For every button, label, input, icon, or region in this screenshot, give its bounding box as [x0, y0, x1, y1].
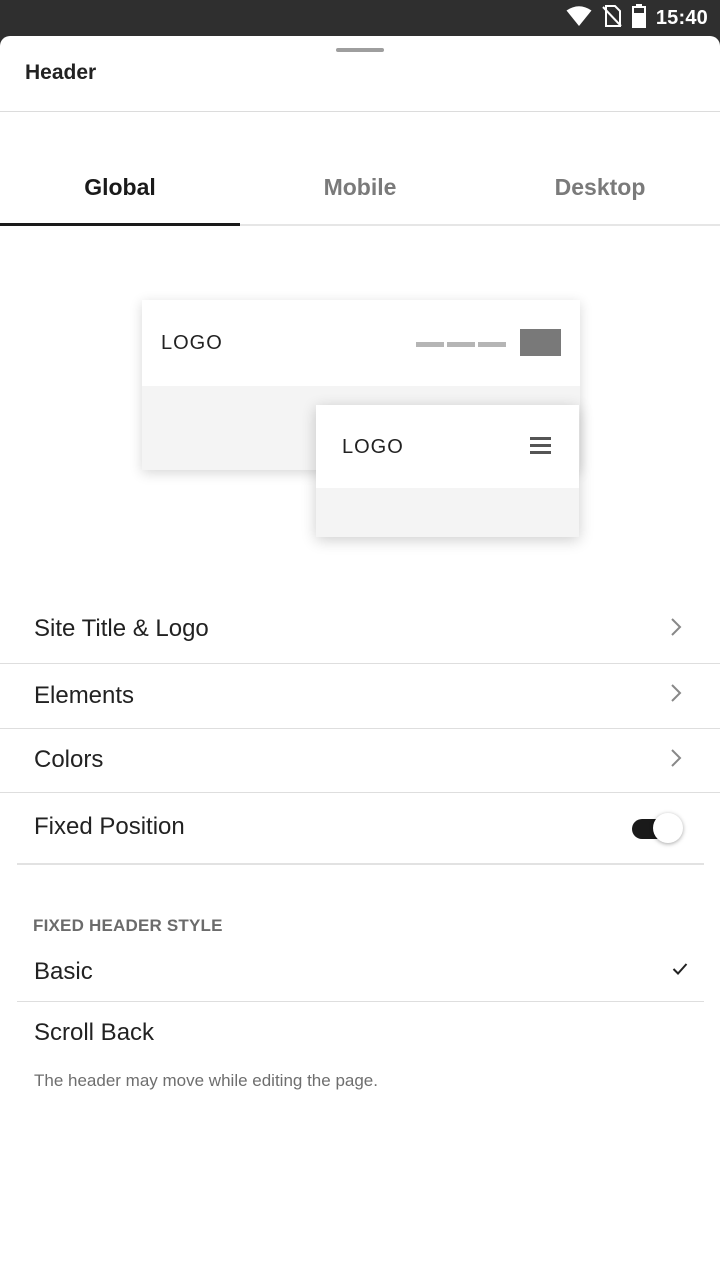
nav-link-placeholder	[416, 342, 444, 347]
site-title-logo-label: Site Title & Logo	[34, 615, 209, 642]
hamburger-menu-icon	[530, 437, 551, 458]
fixed-header-style-heading: FIXED HEADER STYLE	[33, 916, 223, 935]
desktop-header-bar: LOGO	[142, 300, 580, 386]
basic-label: Basic	[34, 957, 93, 985]
desktop-logo-text: LOGO	[161, 332, 223, 354]
mobile-header-bar: LOGO	[316, 405, 579, 488]
fixed-position-label: Fixed Position	[34, 813, 185, 840]
elements-row[interactable]: Elements	[0, 663, 720, 728]
option-scroll-back[interactable]: Scroll Back	[0, 1001, 720, 1065]
tab-mobile[interactable]: Mobile	[240, 150, 480, 224]
tab-global[interactable]: Global	[0, 150, 240, 226]
option-basic[interactable]: Basic	[0, 942, 720, 1001]
site-title-logo-row[interactable]: Site Title & Logo	[0, 594, 720, 664]
no-sim-icon	[602, 4, 622, 32]
status-bar: 15:40	[0, 0, 720, 36]
fixed-position-row: Fixed Position	[0, 792, 720, 862]
wifi-icon	[566, 5, 592, 32]
tab-desktop[interactable]: Desktop	[480, 150, 720, 224]
helper-text: The header may move while editing the pa…	[34, 1071, 378, 1090]
sheet-title: Header	[25, 61, 97, 84]
elements-label: Elements	[34, 681, 135, 709]
checkmark-icon	[672, 962, 688, 981]
status-time: 15:40	[655, 6, 708, 29]
mobile-header-preview: LOGO	[316, 405, 579, 537]
scroll-back-label: Scroll Back	[34, 1019, 155, 1046]
nav-button-placeholder	[520, 329, 561, 356]
tab-bar: Global Mobile Desktop	[0, 150, 720, 226]
fixed-position-toggle[interactable]	[632, 810, 684, 844]
status-icons: 15:40	[566, 0, 708, 36]
colors-label: Colors	[34, 746, 104, 773]
mobile-logo-text: LOGO	[342, 436, 404, 458]
battery-icon	[631, 3, 646, 33]
toggle-knob	[653, 813, 683, 843]
chevron-right-icon	[670, 748, 682, 773]
nav-link-placeholder	[478, 342, 506, 347]
chevron-right-icon	[670, 683, 682, 708]
divider	[17, 863, 704, 865]
nav-link-placeholder	[447, 342, 475, 347]
header-settings-sheet: Header Global Mobile Desktop LOGO LOGO S…	[0, 36, 720, 1280]
drag-handle[interactable]	[336, 48, 384, 52]
colors-row[interactable]: Colors	[0, 728, 720, 792]
divider	[0, 111, 720, 112]
chevron-right-icon	[670, 617, 682, 642]
